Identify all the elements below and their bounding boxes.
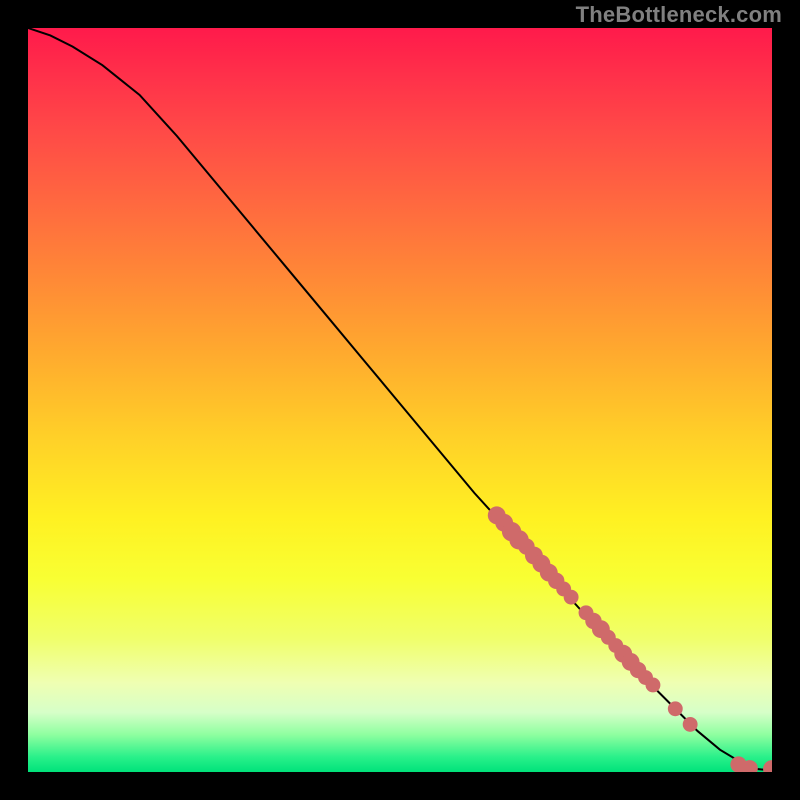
watermark-text: TheBottleneck.com	[576, 2, 782, 28]
data-points	[488, 506, 772, 772]
data-point	[564, 590, 579, 605]
data-point	[668, 701, 683, 716]
bottleneck-curve	[28, 28, 772, 771]
chart-plot-area	[28, 28, 772, 772]
chart-frame: TheBottleneck.com	[0, 0, 800, 800]
data-point	[646, 678, 661, 693]
data-point	[683, 717, 698, 732]
chart-svg	[28, 28, 772, 772]
data-point	[763, 760, 772, 772]
